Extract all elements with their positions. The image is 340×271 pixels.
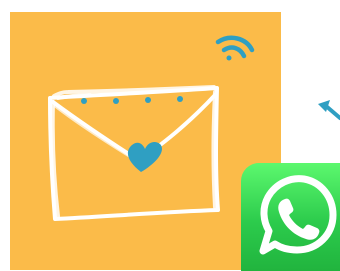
whatsapp-logo-icon (259, 175, 337, 255)
app-icon-scene (0, 0, 340, 271)
whatsapp-app-icon[interactable] (241, 163, 340, 271)
arrow-icon (314, 96, 340, 126)
heart-icon (127, 141, 162, 172)
wifi-signal-icon (215, 35, 255, 61)
